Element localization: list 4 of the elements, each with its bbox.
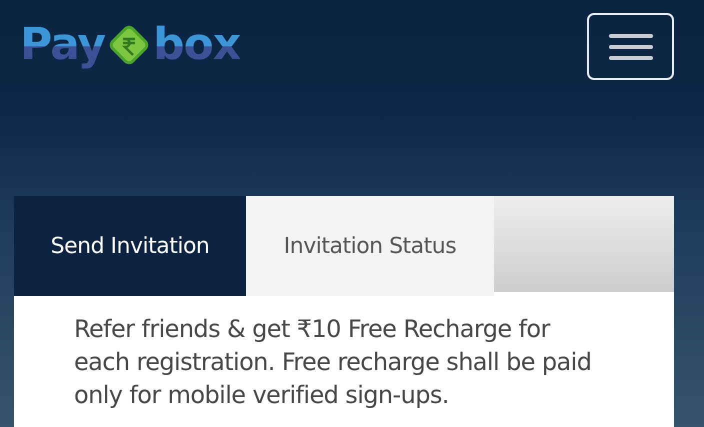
tab[interactable]: Send Invitation xyxy=(14,196,246,296)
referral-description: Refer friends & get ₹10 Free Recharge for each registration. Free recharge shall be paid only for mobile verified sign-ups. xyxy=(73,314,592,411)
menu-button[interactable] xyxy=(587,13,674,80)
tab[interactable]: Invitation Status xyxy=(246,196,494,296)
